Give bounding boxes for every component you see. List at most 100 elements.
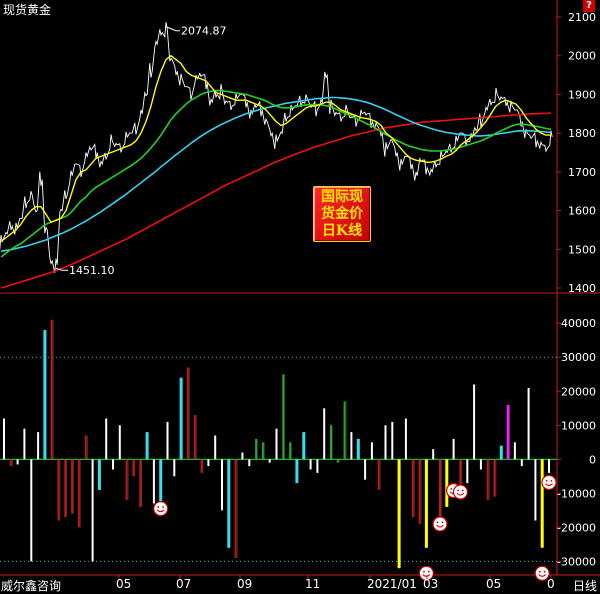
position-bar: [520, 459, 523, 467]
position-bar: [302, 432, 306, 460]
period-label: 日线: [573, 579, 598, 593]
position-bar: [43, 330, 47, 460]
position-bar: [432, 449, 435, 460]
position-bar: [16, 459, 19, 465]
position-bar: [50, 319, 53, 460]
smiley-face: [452, 484, 469, 500]
title-stamp: 国际现 货金价 日K线: [313, 186, 371, 242]
position-bar: [397, 459, 401, 569]
y-tick-label: 30000: [561, 351, 596, 364]
position-bar: [295, 459, 299, 484]
smiley-eye: [441, 521, 444, 524]
position-bar: [255, 438, 258, 460]
position-bar: [132, 459, 135, 477]
high-annotation-leader: [165, 26, 180, 32]
position-bar: [384, 425, 387, 460]
position-bar: [234, 459, 237, 558]
y-tick-label: 1600: [568, 205, 596, 218]
x-tick-label: 07: [176, 577, 192, 591]
position-bar: [513, 442, 516, 460]
position-bar: [77, 459, 80, 528]
x-tick-label: 0: [547, 577, 555, 591]
smiley-eye: [550, 479, 553, 482]
position-bar: [343, 401, 346, 460]
position-bar: [37, 432, 40, 460]
smiley-eye: [427, 570, 430, 573]
position-bar: [118, 425, 121, 460]
stamp-line-2: 货金价: [321, 206, 363, 222]
smiley-face: [432, 516, 448, 532]
smiley-marker: [541, 474, 557, 491]
y-tick-label: 1900: [568, 88, 596, 101]
position-bar: [179, 377, 183, 460]
position-bar: [411, 459, 414, 518]
smiley-eye: [543, 570, 546, 573]
position-bar: [445, 459, 449, 507]
position-bar: [112, 459, 114, 470]
position-bar: [534, 459, 537, 521]
position-bar: [97, 459, 101, 490]
x-tick-label: 05: [116, 577, 132, 591]
y-tick-label: -10000: [557, 487, 596, 500]
position-bar: [30, 459, 33, 562]
y-tick-label: -30000: [557, 555, 596, 568]
y-tick-label: 10000: [561, 419, 596, 432]
y-tick-label: 1700: [568, 166, 596, 179]
position-bar: [275, 428, 278, 460]
ma-fast-line: [0, 55, 551, 243]
position-bar: [336, 459, 339, 463]
gold-daily-kline-chart: 2074.87 1451.10 2100 2000 1900 1800 1700 1600 1…: [0, 0, 600, 581]
position-bar: [261, 442, 264, 460]
price-series-line: [0, 22, 553, 273]
y-tick-label: 1800: [568, 127, 596, 140]
position-bar: [486, 459, 489, 501]
position-bar: [207, 459, 210, 467]
position-bar: [424, 459, 428, 548]
position-bar: [309, 459, 312, 470]
position-bar: [330, 425, 332, 460]
position-bar: [479, 459, 482, 470]
position-bar: [527, 387, 530, 460]
position-bar: [506, 404, 510, 460]
help-icon[interactable]: ?: [583, 0, 595, 12]
x-tick-label: 09: [237, 577, 253, 591]
position-bar: [377, 459, 380, 490]
position-bar: [105, 418, 108, 460]
position-bar: [289, 442, 292, 460]
y-tick-label: 2000: [568, 50, 596, 63]
position-bar: [84, 435, 87, 460]
position-bar: [370, 442, 373, 460]
position-bar: [404, 418, 407, 460]
x-tick-label: 03: [423, 577, 439, 591]
x-tick-label: 11: [305, 577, 321, 591]
smiley-eye: [450, 488, 453, 490]
position-bar: [356, 438, 360, 460]
position-bar: [418, 459, 421, 524]
ma-mid-line: [0, 89, 552, 258]
smiley-marker: [153, 501, 169, 517]
position-bar: [323, 408, 326, 460]
price-panel: 2074.87 1451.10: [0, 22, 553, 289]
smiley-eye: [538, 570, 541, 573]
position-bar: [268, 459, 271, 463]
position-bar: [364, 459, 367, 480]
y-tick-label: 2100: [568, 11, 596, 24]
smiley-eye: [545, 479, 548, 482]
position-bar: [241, 452, 244, 460]
y-tick-label: 0: [589, 453, 596, 466]
position-bar: [145, 432, 149, 460]
smiley-marker: [452, 484, 469, 500]
position-bar: [282, 374, 285, 460]
position-bar: [193, 415, 196, 460]
smiley-face: [541, 474, 557, 491]
position-bar: [350, 432, 353, 460]
brand-label: 威尔鑫咨询: [1, 579, 62, 593]
position-bar: [540, 459, 544, 548]
position-bar: [227, 459, 231, 548]
position-bar: [64, 459, 67, 518]
position-bar: [316, 459, 319, 473]
y-tick-label: 20000: [561, 385, 596, 398]
position-bar: [139, 459, 142, 507]
position-bar: [71, 459, 74, 514]
position-bar: [214, 435, 217, 460]
